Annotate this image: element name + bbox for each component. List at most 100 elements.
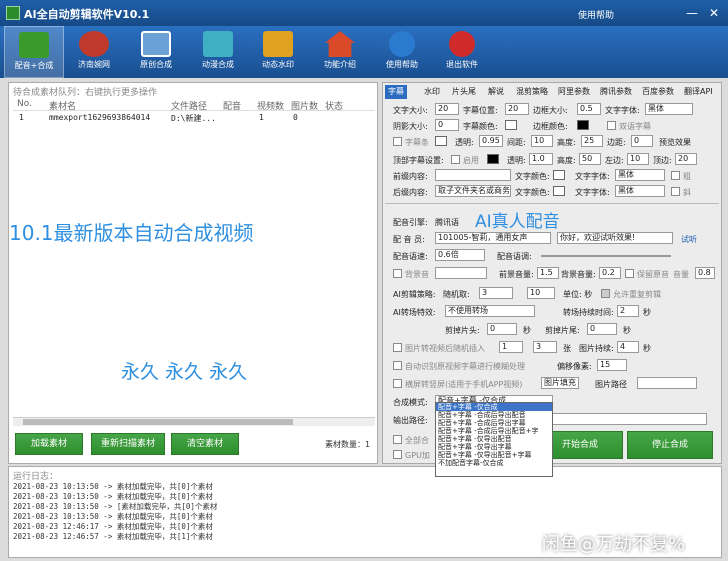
- top-height-input[interactable]: 50: [579, 153, 601, 165]
- speed-select[interactable]: 0.6倍: [435, 249, 485, 261]
- help-menu[interactable]: 使用帮助: [578, 8, 614, 21]
- bar-height-input[interactable]: 25: [581, 135, 603, 147]
- allow-repeat-checkbox[interactable]: [601, 289, 610, 298]
- tool-help[interactable]: 使用帮助: [372, 26, 432, 78]
- suffix-color-swatch[interactable]: [553, 186, 565, 196]
- random-max-input[interactable]: 10: [527, 287, 555, 299]
- clear-material-button[interactable]: 清空素材: [171, 433, 239, 455]
- tab-ali[interactable]: 阿里参数: [555, 85, 593, 99]
- pic-max-input[interactable]: 3: [533, 341, 557, 353]
- tab-baidu[interactable]: 百度参数: [639, 85, 677, 99]
- border-input[interactable]: 0.5: [577, 103, 601, 115]
- tab-head-tail[interactable]: 片头尾: [449, 85, 479, 99]
- pic-insert-checkbox[interactable]: [393, 343, 402, 352]
- top-color-swatch[interactable]: [487, 154, 499, 164]
- fill-select[interactable]: 图片填充: [541, 377, 579, 389]
- spacing-input[interactable]: 10: [531, 135, 553, 147]
- prefix-input[interactable]: [435, 169, 511, 181]
- all-compose-checkbox[interactable]: [393, 435, 402, 444]
- italic-checkbox[interactable]: [671, 187, 680, 196]
- border-color-swatch[interactable]: [577, 120, 589, 130]
- tool-exit[interactable]: 退出软件: [432, 26, 492, 78]
- bgm-path-input[interactable]: [435, 267, 487, 279]
- shadow-input[interactable]: 0: [435, 119, 459, 131]
- mode-option[interactable]: 配音+字幕 -合成后导出字幕: [436, 419, 552, 427]
- bgm-checkbox[interactable]: [393, 269, 402, 278]
- scroll-thumb[interactable]: [23, 419, 293, 425]
- tool-jinan[interactable]: 济南婉网: [64, 26, 124, 78]
- offset-input[interactable]: 15: [597, 359, 627, 371]
- suffix-color-label: 文字颜色:: [515, 188, 550, 197]
- top-pos-input[interactable]: 20: [675, 153, 697, 165]
- tool-dub-compose[interactable]: 配音+合成: [4, 26, 64, 78]
- stop-compose-button[interactable]: 停止合成: [627, 431, 713, 459]
- pic-min-input[interactable]: 1: [499, 341, 523, 353]
- sub-color-swatch[interactable]: [505, 120, 517, 130]
- queue-panel: 待合成素材队列：右键执行更多操作 No. 素材名 文件路径 配音 视频数 图片数…: [8, 82, 378, 464]
- bilingual-checkbox[interactable]: [607, 121, 616, 130]
- transition-select[interactable]: 不使用转场: [445, 305, 535, 317]
- sub-bar-checkbox[interactable]: [393, 137, 402, 146]
- preview-effect-link[interactable]: 预览效果: [659, 137, 691, 148]
- prefix-font-select[interactable]: 黑体: [615, 169, 665, 181]
- tool-features[interactable]: 功能介绍: [310, 26, 370, 78]
- cut-tail-input[interactable]: 0: [587, 323, 617, 335]
- listen-link[interactable]: 试听: [681, 234, 697, 245]
- tab-watermark[interactable]: 水印: [421, 85, 443, 99]
- pic-duration-input[interactable]: 4: [617, 341, 639, 353]
- bold-checkbox[interactable]: [671, 171, 680, 180]
- close-button[interactable]: ✕: [706, 5, 722, 21]
- bar-color-swatch[interactable]: [435, 136, 447, 146]
- transition-time-input[interactable]: 2: [617, 305, 639, 317]
- preview-text-input[interactable]: 你好，欢迎试听效果!: [557, 232, 673, 244]
- pic-path-input[interactable]: [637, 377, 697, 389]
- mode-option[interactable]: 配音+字幕 -仅导出配音: [436, 435, 552, 443]
- tone-slider[interactable]: [541, 255, 671, 257]
- rescan-button[interactable]: 重新扫描素材: [91, 433, 165, 455]
- suffix-input[interactable]: 取子文件夹名或商务: [435, 185, 511, 197]
- random-min-input[interactable]: 3: [479, 287, 513, 299]
- font-select[interactable]: 黑体: [645, 103, 693, 115]
- mode-option[interactable]: 不加配音字幕-仅合成: [436, 459, 552, 467]
- tool-original-compose[interactable]: 原创合成: [126, 26, 186, 78]
- tab-translate[interactable]: 翻译API: [681, 85, 716, 99]
- back-volume-input[interactable]: 0.2: [599, 267, 621, 279]
- tab-tencent[interactable]: 腾讯参数: [597, 85, 635, 99]
- tab-mix-strategy[interactable]: 混剪策略: [513, 85, 551, 99]
- top-enable-checkbox[interactable]: [451, 155, 460, 164]
- engine-radio[interactable]: 腾讯语: [435, 217, 459, 228]
- help-icon: [389, 31, 415, 57]
- minimize-button[interactable]: —: [684, 5, 700, 21]
- tab-narration[interactable]: 解说: [485, 85, 507, 99]
- margin-input[interactable]: 0: [631, 135, 653, 147]
- alpha-input[interactable]: 0.95: [479, 135, 503, 147]
- keep-audio-checkbox[interactable]: [625, 269, 634, 278]
- sub-pos-input[interactable]: 20: [505, 103, 529, 115]
- top-alpha-input[interactable]: 1.0: [529, 153, 553, 165]
- mode-option[interactable]: 配音+字幕 -合成后导出配音: [436, 411, 552, 419]
- mode-dropdown-list[interactable]: 配音+字幕 -仅合成 配音+字幕 -合成后导出配音 配音+字幕 -合成后导出字幕…: [435, 402, 553, 477]
- tool-anime-compose[interactable]: 动漫合成: [188, 26, 248, 78]
- tool-dynamic-watermark[interactable]: 动态水印: [248, 26, 308, 78]
- mode-option[interactable]: 配音+字幕 -仅合成: [436, 403, 552, 411]
- table-row[interactable]: 1 mmexport1629693864014 D:\新建... 1 0: [13, 113, 375, 125]
- auto-sub-checkbox[interactable]: [393, 361, 402, 370]
- horizontal-scrollbar[interactable]: [13, 417, 375, 426]
- load-material-button[interactable]: 加载素材: [15, 433, 83, 455]
- front-volume-input[interactable]: 1.5: [537, 267, 559, 279]
- font-size-input[interactable]: 20: [435, 103, 459, 115]
- voice-select[interactable]: 101005-智莉，通用女声: [435, 232, 551, 244]
- suffix-font-select[interactable]: 黑体: [615, 185, 665, 197]
- vol-input[interactable]: 0.8: [695, 267, 715, 279]
- mode-option[interactable]: 配音+字幕 -合成后导出配音+字: [436, 427, 552, 435]
- cut-head-input[interactable]: 0: [487, 323, 517, 335]
- prefix-color-swatch[interactable]: [553, 170, 565, 180]
- gpu-checkbox[interactable]: [393, 450, 402, 459]
- top-left-input[interactable]: 10: [627, 153, 649, 165]
- mode-option[interactable]: 配音+字幕 -仅导出字幕: [436, 443, 552, 451]
- tab-subtitle[interactable]: 字幕: [385, 85, 407, 99]
- mode-option[interactable]: 配音+字幕 -仅导出配音+字幕: [436, 451, 552, 459]
- col-dub: 配音: [223, 102, 242, 112]
- log-line: 2021-08-23 12:46:57 -> 素材加载完毕，共[1]个素材: [13, 532, 213, 541]
- landscape-checkbox[interactable]: [393, 379, 402, 388]
